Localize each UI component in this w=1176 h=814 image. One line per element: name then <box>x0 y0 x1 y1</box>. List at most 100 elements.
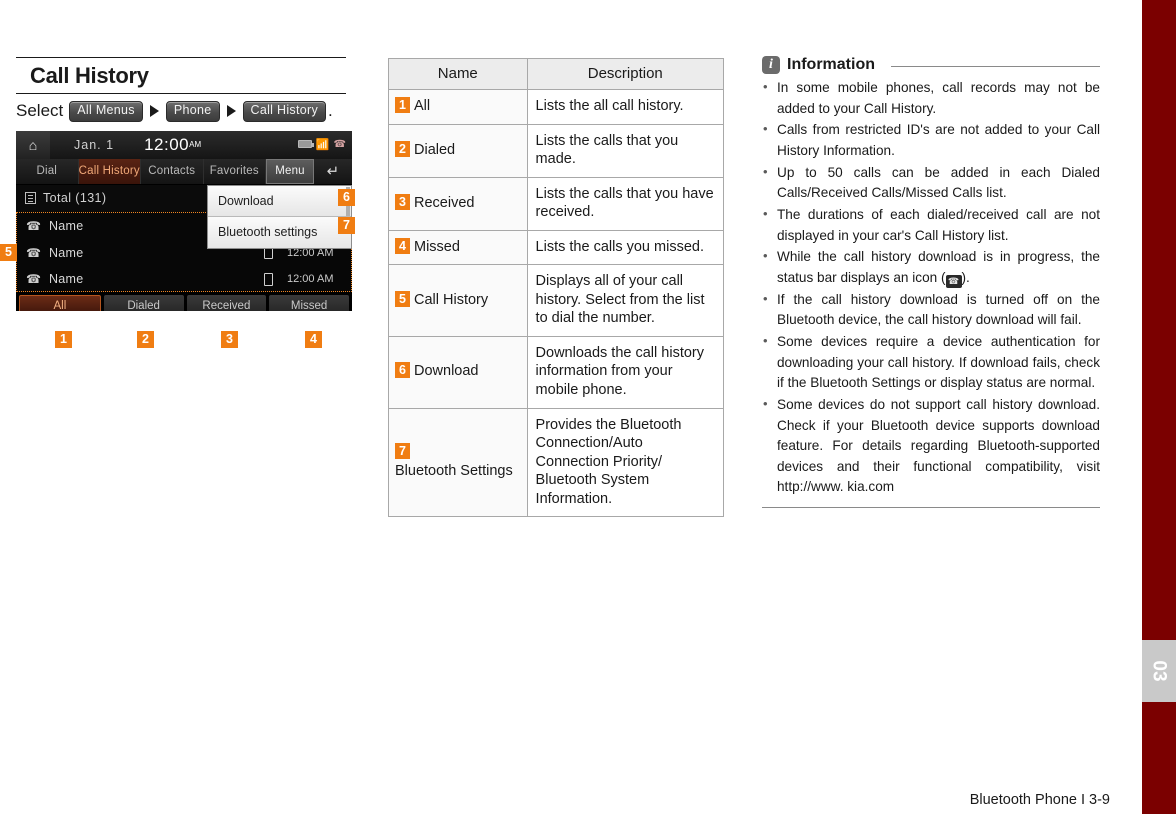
information-bottom-rule <box>762 507 1100 509</box>
table-cell-description: Lists the calls you missed. <box>526 229 725 266</box>
list-item: In some mobile phones, call records may … <box>762 77 1100 119</box>
row-number-badge: 3 <box>395 193 410 210</box>
list-item-text-after: ). <box>961 269 970 285</box>
table-cell-name: 5 Call History <box>388 264 528 337</box>
chapter-number: 03 <box>1148 660 1170 682</box>
row-number-badge: 4 <box>395 237 410 254</box>
table-row: 5 Call History Displays all of your call … <box>388 264 725 337</box>
call-type-icon: ☎ <box>26 219 41 234</box>
row-name-label: Missed <box>414 238 460 255</box>
table-header-row: Name Description <box>388 58 725 90</box>
device-tab-call-history[interactable]: Call History <box>78 158 141 184</box>
device-time-value: 12:00 <box>144 134 190 154</box>
phone-signal-icon: ☎ <box>333 138 346 150</box>
chip-call-history[interactable]: Call History <box>242 101 326 122</box>
call-type-icon: ☎ <box>26 272 41 287</box>
table-cell-description: Lists the calls that you have received. <box>526 176 725 231</box>
mobile-device-icon <box>264 272 273 286</box>
row-name-label: Download <box>414 363 479 380</box>
list-item-with-icon: While the call history download is in pr… <box>762 246 1100 288</box>
table-cell-name: 3 Received <box>388 176 528 231</box>
select-period: . <box>328 101 333 121</box>
row-number-badge: 5 <box>395 290 410 307</box>
row-number-badge: 6 <box>395 362 410 379</box>
table-row: 3 Received Lists the calls that you have … <box>388 176 725 231</box>
device-tab-favorites[interactable]: Favorites <box>204 158 266 184</box>
device-screenshot: ⌂ Jan. 1 12:00AM 📶 ☎ Dial Call History C… <box>0 130 355 348</box>
spec-table: Name Description 1 All Lists the all call… <box>388 58 725 518</box>
chip-phone[interactable]: Phone <box>165 101 220 122</box>
device-menu-button[interactable]: Menu <box>266 158 314 184</box>
call-name: Name <box>48 272 84 287</box>
path-arrow-icon <box>226 105 236 118</box>
list-item: Some devices do not support call history… <box>762 394 1100 498</box>
device-filter-dialed[interactable]: Dialed <box>103 294 184 311</box>
list-item: If the call history download is turned o… <box>762 289 1100 331</box>
row-name-label: All <box>414 98 431 114</box>
table-cell-name: 4 Missed <box>388 229 528 266</box>
row-number-badge: 1 <box>395 97 410 113</box>
callout-badge-1: 1 <box>55 330 72 348</box>
device-time: 12:00AM <box>144 135 201 155</box>
device-filter-received[interactable]: Received <box>186 294 267 311</box>
device-total-label: Total (131) <box>43 191 107 206</box>
callout-badge-6: 6 <box>338 188 355 206</box>
left-column: Call History Select All Menus Phone Call… <box>0 57 355 348</box>
table-cell-description: Lists the calls that you made. <box>526 123 725 178</box>
call-type-icon: ☎ <box>26 245 41 260</box>
row-name-label: Call History <box>414 291 489 308</box>
row-name-label: Dialed <box>414 141 456 158</box>
popup-item-download[interactable]: Download <box>208 185 351 217</box>
list-icon <box>25 192 36 205</box>
information-list: In some mobile phones, call records may … <box>762 77 1100 498</box>
table-row: 2 Dialed Lists the calls that you made. <box>388 123 725 178</box>
device-filter-missed[interactable]: Missed <box>269 294 349 311</box>
back-arrow-icon[interactable]: ↵ <box>314 159 352 184</box>
device-filter-bar: All Dialed Received Missed <box>16 291 352 311</box>
select-lead: Select <box>16 101 64 121</box>
table-cell-description: Provides the Bluetooth Connection/Auto C… <box>526 407 725 518</box>
head-unit-screen: ⌂ Jan. 1 12:00AM 📶 ☎ Dial Call History C… <box>16 130 352 311</box>
info-icon: i <box>762 56 780 74</box>
table-cell-name: 7 Bluetooth Settings <box>388 407 528 518</box>
table-row: 7 Bluetooth Settings Provides the Bluetoo… <box>388 407 725 518</box>
device-status-bar: ⌂ Jan. 1 12:00AM 📶 ☎ <box>16 130 352 159</box>
table-row: 1 All Lists the all call history. <box>388 89 725 125</box>
device-meridiem: AM <box>189 139 202 149</box>
home-icon[interactable]: ⌂ <box>16 130 50 159</box>
device-tab-dial[interactable]: Dial <box>16 158 79 184</box>
device-tab-bar: Dial Call History Contacts Favorites Men… <box>16 158 352 185</box>
information-panel: i Information In some mobile phones, cal… <box>762 56 1100 509</box>
table-cell-name: 2 Dialed <box>388 123 528 178</box>
device-filter-all[interactable]: All <box>19 294 101 311</box>
callout-badge-5: 5 <box>0 243 17 261</box>
row-name-label: Bluetooth Settings <box>395 462 513 479</box>
row-number-badge: 2 <box>395 140 410 157</box>
device-date: Jan. 1 <box>74 137 115 152</box>
list-item: Calls from restricted ID's are not added… <box>762 119 1100 161</box>
chip-all-menus[interactable]: All Menus <box>69 101 143 122</box>
table-cell-description: Downloads the call history information f… <box>526 335 725 409</box>
spec-table-wrap: Name Description 1 All Lists the all call… <box>388 58 725 518</box>
list-item: Some devices require a device authentica… <box>762 331 1100 394</box>
table-cell-name: 6 Download <box>388 335 528 409</box>
battery-icon <box>297 140 314 149</box>
information-header: i Information <box>762 56 1100 74</box>
call-download-icon: ☎ <box>945 274 962 288</box>
select-path: Select All Menus Phone Call History . <box>16 94 346 122</box>
chapter-tab: 03 <box>1142 640 1176 702</box>
bluetooth-icon: 📶 <box>315 138 330 151</box>
device-tab-contacts[interactable]: Contacts <box>141 158 204 184</box>
table-row: 4 Missed Lists the calls you missed. <box>388 229 725 266</box>
list-item: The durations of each dialed/received ca… <box>762 204 1100 246</box>
callout-badge-7: 7 <box>338 216 355 234</box>
popup-item-bluetooth-settings[interactable]: Bluetooth settings <box>208 216 351 248</box>
row-name-label: Received <box>414 194 475 211</box>
call-time: 12:00 AM <box>287 273 334 286</box>
call-list-row[interactable]: ☎ Name 12:00 AM <box>17 266 351 293</box>
row-number-badge: 7 <box>395 443 410 460</box>
callout-badge-4: 4 <box>305 330 322 348</box>
table-cell-description: Lists the all call history. <box>526 89 725 125</box>
list-item: Up to 50 calls can be added in each Dial… <box>762 162 1100 204</box>
table-row: 6 Download Downloads the call history inf… <box>388 335 725 409</box>
